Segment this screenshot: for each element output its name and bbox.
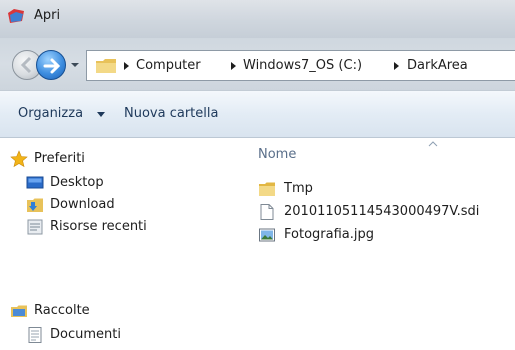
chevron-right-icon[interactable]	[230, 61, 238, 71]
download-folder-icon	[27, 198, 43, 212]
history-dropdown-icon[interactable]	[70, 61, 80, 69]
navigation-pane: Preferiti Desktop Download Risorse recen…	[0, 139, 230, 350]
file-list: Nome Tmp 20101105114543000497V.sdi Fotog…	[230, 139, 515, 350]
file-name: Fotografia.jpg	[284, 227, 374, 242]
nav-label: Preferiti	[34, 151, 85, 166]
nav-label: Desktop	[50, 175, 104, 190]
chevron-right-icon[interactable]	[393, 61, 401, 71]
documents-icon	[28, 327, 42, 343]
breadcrumb-drive[interactable]: Windows7_OS (C:)	[243, 58, 362, 73]
breadcrumb-folder[interactable]: DarkArea	[407, 58, 468, 73]
nav-label: Download	[50, 197, 115, 212]
nav-label: Risorse recenti	[50, 219, 147, 234]
file-name: Tmp	[284, 181, 313, 196]
open-dialog-icon	[8, 9, 24, 23]
sort-ascending-icon	[428, 141, 438, 147]
address-bar[interactable]: Computer Windows7_OS (C:) DarkArea	[86, 50, 515, 81]
libraries-icon	[11, 305, 27, 317]
forward-arrow-icon	[43, 58, 61, 74]
forward-button[interactable]	[36, 50, 66, 80]
recent-places-icon	[27, 219, 43, 235]
organize-button[interactable]: Organizza	[18, 106, 83, 121]
document-icon	[260, 204, 274, 220]
desktop-icon	[26, 176, 44, 189]
breadcrumb-computer[interactable]: Computer	[136, 58, 201, 73]
window-title: Apri	[34, 8, 61, 23]
title-bar: Apri	[0, 0, 515, 38]
chevron-right-icon[interactable]	[123, 61, 131, 71]
nav-label: Raccolte	[34, 303, 90, 318]
file-name: 20101105114543000497V.sdi	[284, 204, 480, 219]
nav-label: Documenti	[50, 327, 121, 342]
folder-icon	[96, 59, 116, 73]
image-file-icon	[259, 228, 275, 242]
star-icon	[10, 150, 28, 168]
command-toolbar: Organizza Nuova cartella	[0, 90, 515, 138]
new-folder-button[interactable]: Nuova cartella	[124, 106, 218, 121]
navigation-bar: Computer Windows7_OS (C:) DarkArea	[0, 38, 515, 90]
folder-icon	[259, 182, 275, 196]
chevron-down-icon[interactable]	[97, 112, 105, 117]
column-header-name[interactable]: Nome	[258, 147, 296, 162]
